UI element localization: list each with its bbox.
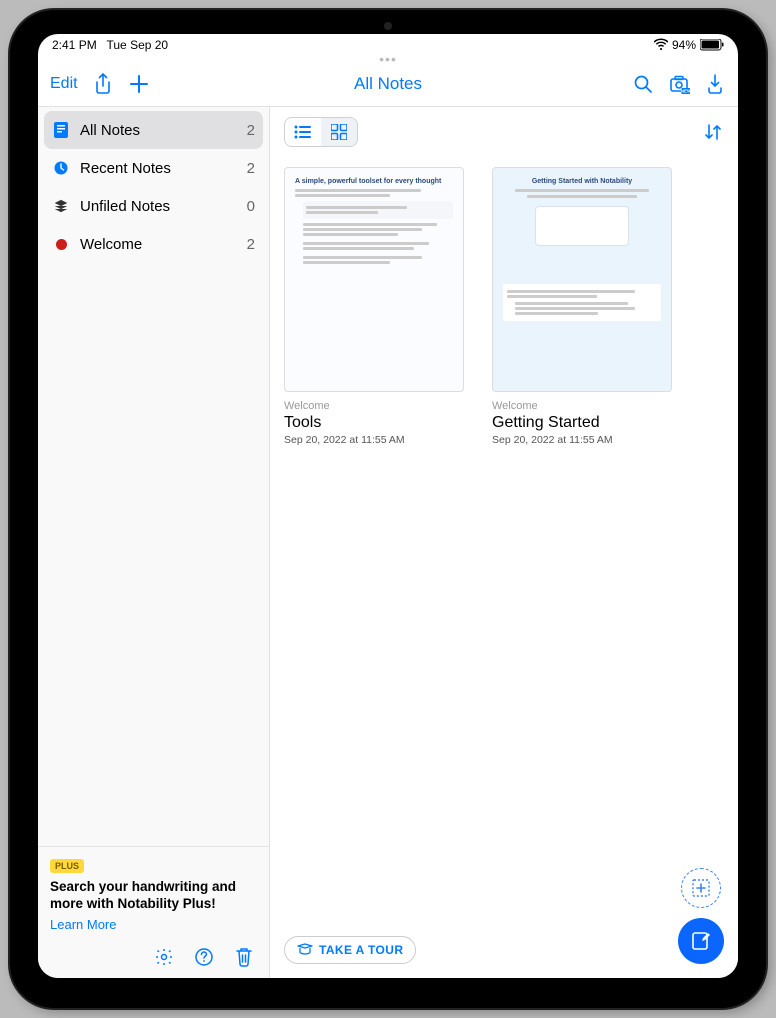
- add-icon[interactable]: [128, 73, 150, 95]
- note-folder: Welcome: [492, 400, 672, 412]
- sidebar-item-label: Recent Notes: [80, 160, 171, 177]
- import-icon[interactable]: [704, 73, 726, 95]
- sidebar-item-label: Welcome: [80, 236, 142, 253]
- sort-icon[interactable]: [702, 121, 724, 143]
- sidebar-item-label: Unfiled Notes: [80, 198, 170, 215]
- note-date: Sep 20, 2022 at 11:55 AM: [492, 434, 672, 446]
- note-card[interactable]: Getting Started with Notability: [492, 167, 672, 446]
- note-date: Sep 20, 2022 at 11:55 AM: [284, 434, 464, 446]
- sidebar-item-count: 2: [247, 236, 255, 253]
- note-thumbnail: A simple, powerful toolset for every tho…: [284, 167, 464, 392]
- take-tour-button[interactable]: TAKE A TOUR: [284, 936, 416, 964]
- sidebar-item-count: 0: [247, 198, 255, 215]
- learn-more-link[interactable]: Learn More: [50, 917, 257, 932]
- sidebar-item-count: 2: [247, 122, 255, 139]
- search-icon[interactable]: [632, 73, 654, 95]
- new-note-button[interactable]: [678, 918, 724, 964]
- wifi-icon: [654, 38, 668, 53]
- sidebar-item-all-notes[interactable]: All Notes 2: [44, 111, 263, 149]
- status-date: Tue Sep 20: [107, 38, 169, 52]
- note-title: Getting Started: [492, 414, 672, 432]
- battery-icon: [700, 39, 724, 51]
- promo-text: Search your handwriting and more with No…: [50, 878, 257, 913]
- sidebar-item-welcome[interactable]: Welcome 2: [38, 225, 269, 263]
- new-from-template-button[interactable]: [681, 868, 721, 908]
- list-view-button[interactable]: [285, 118, 321, 146]
- page-title: All Notes: [354, 74, 422, 94]
- grid-view-button[interactable]: [321, 118, 357, 146]
- sidebar-item-unfiled[interactable]: Unfiled Notes 0: [38, 187, 269, 225]
- view-segmented: [284, 117, 358, 147]
- note-folder: Welcome: [284, 400, 464, 412]
- note-card[interactable]: A simple, powerful toolset for every tho…: [284, 167, 464, 446]
- sidebar-item-label: All Notes: [80, 122, 140, 139]
- content-area: A simple, powerful toolset for every tho…: [270, 107, 738, 978]
- edit-button[interactable]: Edit: [50, 75, 78, 93]
- folder-dot-icon: [52, 235, 70, 253]
- status-time: 2:41 PM: [52, 38, 97, 52]
- note-title: Tools: [284, 414, 464, 432]
- help-icon[interactable]: [193, 946, 215, 968]
- sidebar-item-recent[interactable]: Recent Notes 2: [38, 149, 269, 187]
- plus-promo: PLUS Search your handwriting and more wi…: [38, 846, 269, 940]
- clock-icon: [52, 159, 70, 177]
- share-icon[interactable]: [92, 73, 114, 95]
- plus-badge: PLUS: [50, 859, 84, 873]
- all-notes-icon: [52, 121, 70, 139]
- note-thumbnail: Getting Started with Notability: [492, 167, 672, 392]
- trash-icon[interactable]: [233, 946, 255, 968]
- settings-icon[interactable]: [153, 946, 175, 968]
- stack-icon: [52, 197, 70, 215]
- battery-percent: 94%: [672, 38, 696, 52]
- scan-new-icon[interactable]: NEW: [668, 73, 690, 95]
- sidebar-item-count: 2: [247, 160, 255, 177]
- sidebar: All Notes 2 Recent Notes 2: [38, 107, 270, 978]
- svg-text:NEW: NEW: [681, 89, 690, 94]
- nav-bar: Edit All Notes NEW: [38, 62, 738, 106]
